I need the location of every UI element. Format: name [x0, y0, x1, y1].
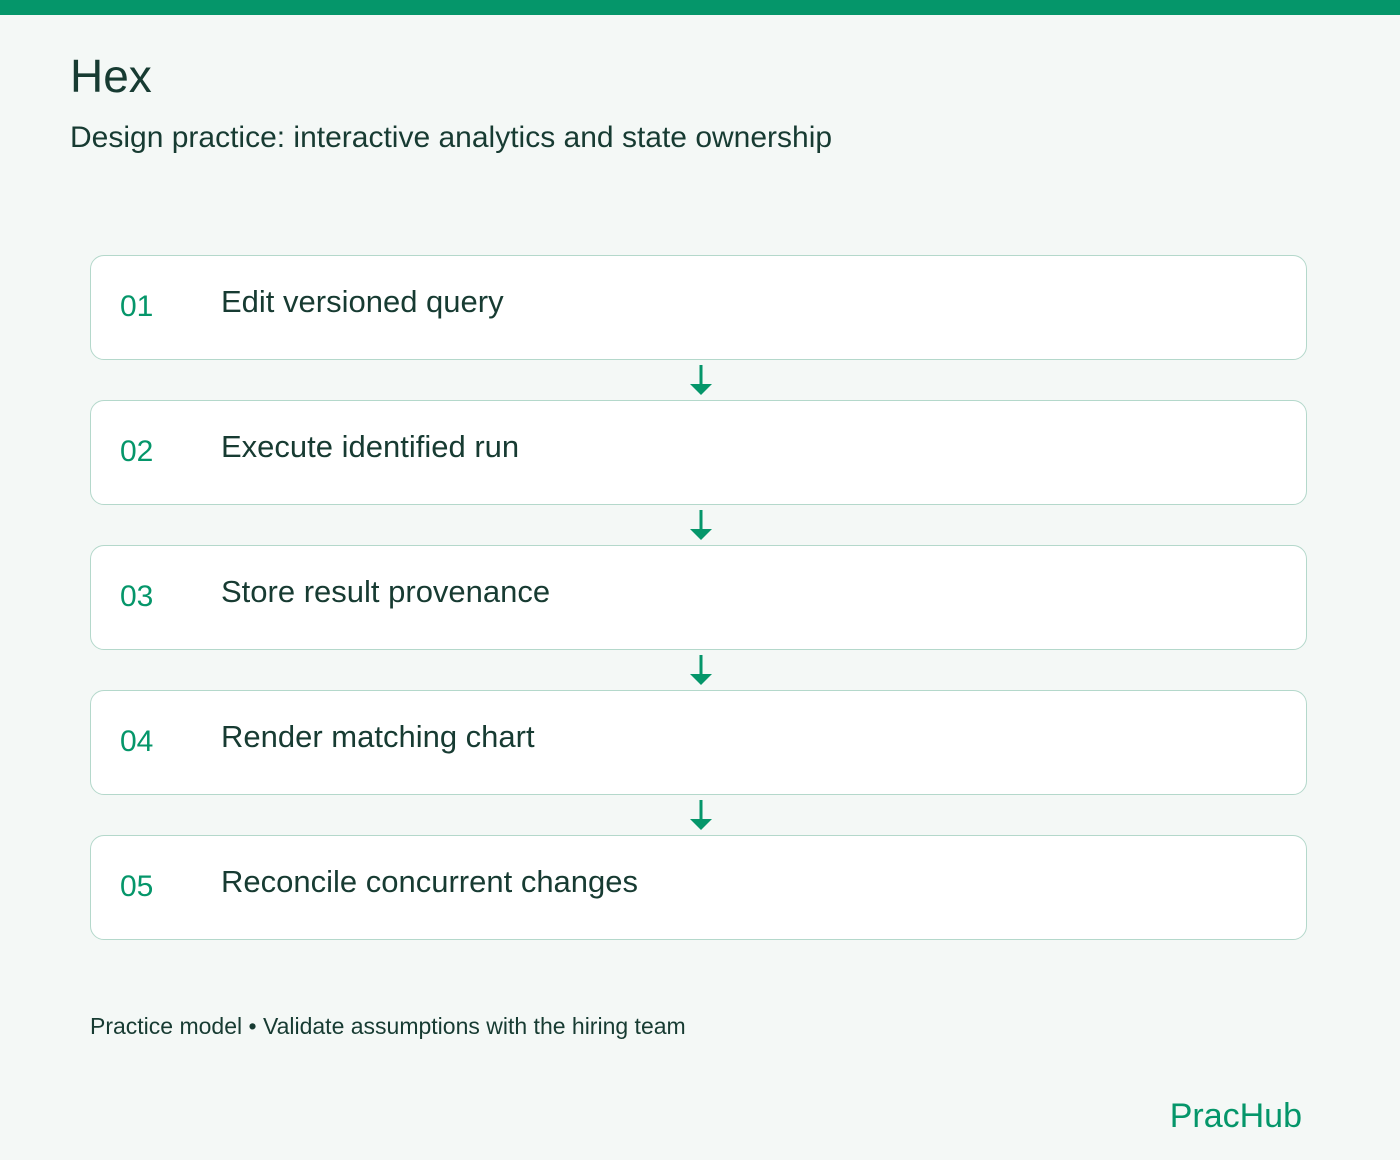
step-card-3: 03 Store result provenance	[90, 545, 1307, 650]
top-accent-bar	[0, 0, 1400, 15]
arrow-down-icon	[690, 800, 712, 833]
arrow-down-icon	[690, 510, 712, 543]
footnote: Practice model • Validate assumptions wi…	[90, 1013, 686, 1039]
brand-logo: PracHub	[1169, 1097, 1302, 1135]
step-card-1: 01 Edit versioned query	[90, 255, 1307, 360]
step-number: 01	[120, 290, 154, 323]
step-label: Reconcile concurrent changes	[221, 864, 639, 899]
step-label: Store result provenance	[221, 574, 551, 609]
arrow-down-icon	[690, 365, 712, 398]
step-label: Render matching chart	[221, 719, 535, 754]
page-subtitle: Design practice: interactive analytics a…	[70, 121, 833, 154]
step-label: Execute identified run	[221, 429, 520, 464]
step-card-5: 05 Reconcile concurrent changes	[90, 835, 1307, 940]
step-number: 02	[120, 435, 154, 468]
arrow-down-icon	[690, 655, 712, 688]
step-label: Edit versioned query	[221, 284, 504, 319]
step-card-4: 04 Render matching chart	[90, 690, 1307, 795]
page-title: Hex	[70, 50, 152, 102]
step-number: 04	[120, 725, 154, 758]
step-card-2: 02 Execute identified run	[90, 400, 1307, 505]
step-number: 03	[120, 580, 154, 613]
step-number: 05	[120, 870, 154, 903]
